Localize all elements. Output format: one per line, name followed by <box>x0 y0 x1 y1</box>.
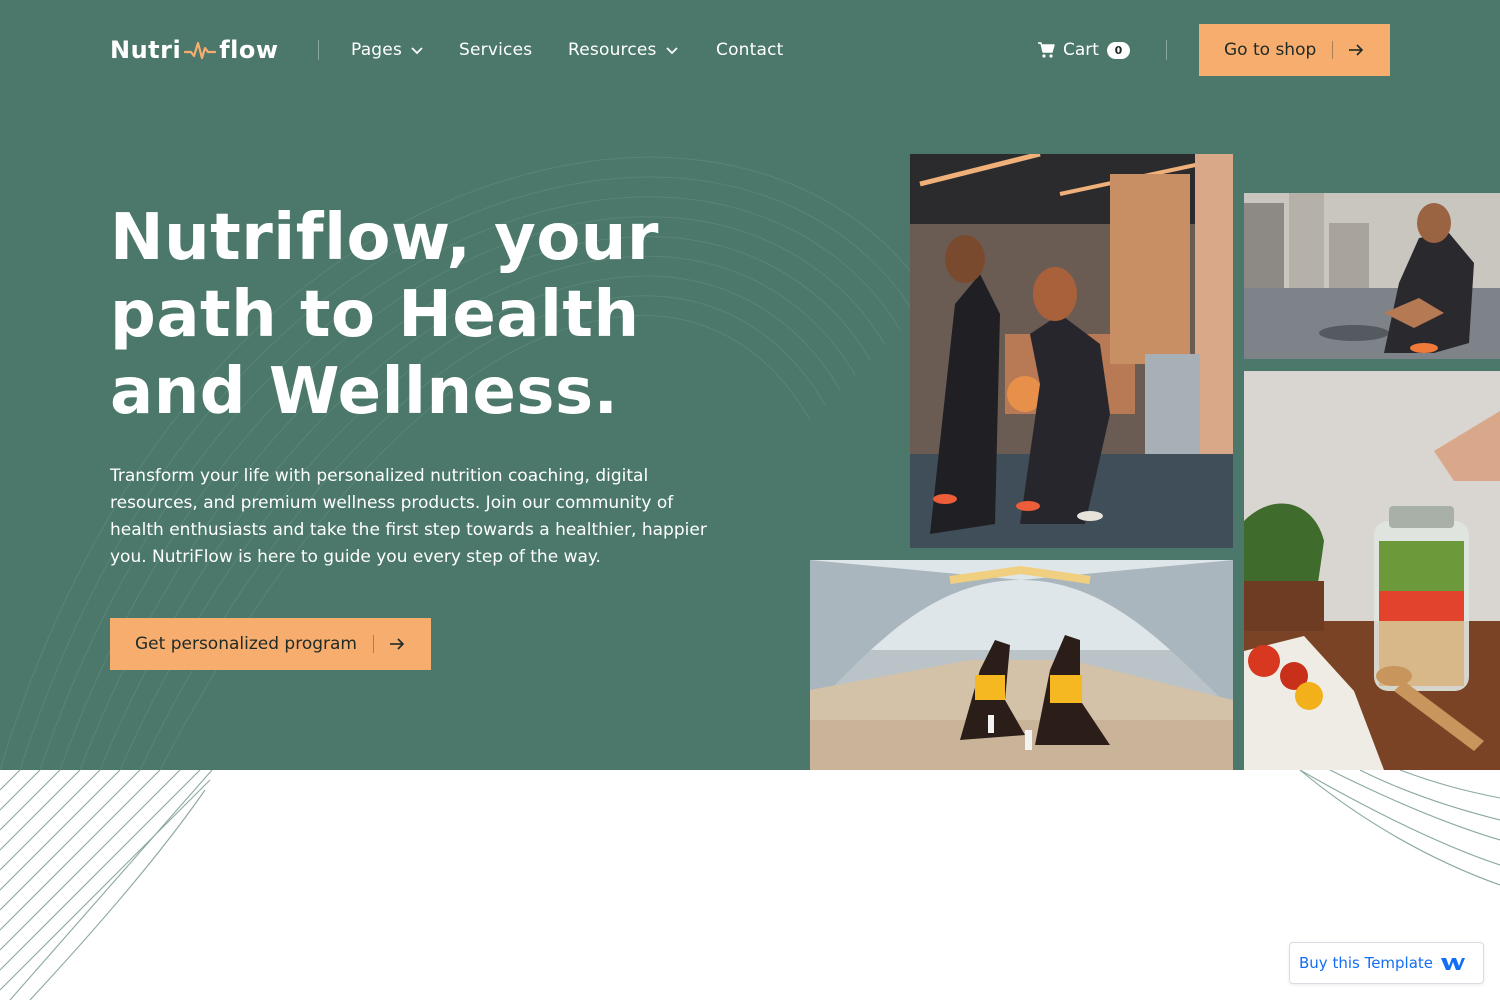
outdoor-lunge-workout-photo <box>810 560 1233 770</box>
cta-button-label: Get personalized program <box>135 634 357 654</box>
nav-item-label: Contact <box>716 40 784 60</box>
cart-count-badge: 0 <box>1106 41 1130 59</box>
shop-button-label: Go to shop <box>1224 40 1317 60</box>
top-navbar: Nutri flow Pages Services Resources Cont… <box>0 0 1500 100</box>
logo-text-right: flow <box>219 36 279 64</box>
healthy-food-jar-photo <box>1244 371 1500 770</box>
brand-logo[interactable]: Nutri flow <box>110 34 279 66</box>
decorative-bottom-lines <box>0 770 1500 1000</box>
cart-label: Cart <box>1063 40 1099 60</box>
headline-line: path to Health <box>110 278 640 352</box>
button-separator <box>1332 41 1334 59</box>
hero-headline: Nutriflow, your path to Health and Welln… <box>110 200 730 431</box>
nav-divider <box>318 40 319 60</box>
webflow-logo-icon <box>1441 958 1466 970</box>
page: Nutri flow Pages Services Resources Cont… <box>0 0 1500 1000</box>
nav-item-label: Pages <box>351 40 403 60</box>
headline-line: and Wellness. <box>110 355 619 429</box>
get-personalized-program-button[interactable]: Get personalized program <box>110 618 431 670</box>
nav-divider <box>1166 40 1167 60</box>
chevron-down-icon <box>665 47 678 55</box>
nav-item-label: Services <box>459 40 533 60</box>
hero-section: Nutri flow Pages Services Resources Cont… <box>0 0 1500 770</box>
hero-description: Transform your life with personalized nu… <box>110 466 707 567</box>
buy-template-label: Buy this Template <box>1299 954 1434 972</box>
nav-item-services[interactable]: Services <box>459 38 532 62</box>
chevron-down-icon <box>411 47 423 55</box>
arrow-right-icon <box>1349 44 1364 56</box>
headline-line: Nutriflow, your <box>110 201 659 275</box>
runner-tying-shoe-photo <box>1244 193 1500 359</box>
nav-item-contact[interactable]: Contact <box>716 38 784 62</box>
cart-icon <box>1038 42 1055 58</box>
nav-item-resources[interactable]: Resources <box>568 38 679 62</box>
button-separator <box>372 635 374 653</box>
buy-template-badge[interactable]: Buy this Template <box>1289 942 1484 984</box>
nav-item-label: Resources <box>568 40 657 60</box>
gym-training-photo <box>910 154 1233 548</box>
cart-button[interactable]: Cart 0 <box>1037 38 1130 62</box>
nav-item-pages[interactable]: Pages <box>351 38 424 62</box>
logo-text-left: Nutri <box>110 36 182 64</box>
pulse-icon <box>184 41 217 60</box>
go-to-shop-button[interactable]: Go to shop <box>1199 24 1390 76</box>
arrow-right-icon <box>389 638 405 650</box>
